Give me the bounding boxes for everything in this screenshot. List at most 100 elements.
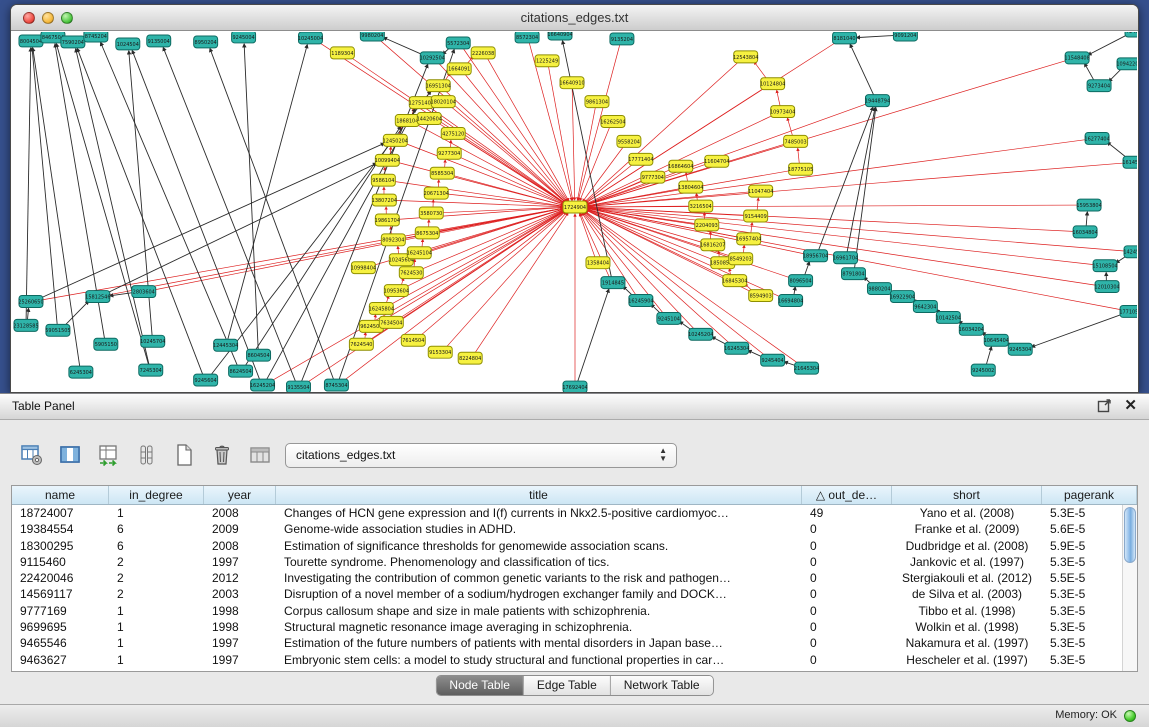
graph-node[interactable]: 8096504 <box>789 275 813 287</box>
graph-node[interactable]: 10292504 <box>420 52 445 64</box>
graph-node[interactable]: 11548408 <box>1064 52 1089 64</box>
graph-node[interactable]: 19448794 <box>865 95 890 107</box>
graph-node[interactable]: 16694804 <box>778 295 803 307</box>
minimize-window-button[interactable] <box>42 12 54 24</box>
graph-node[interactable]: 7245204 <box>1125 32 1137 37</box>
delete-column-button[interactable] <box>208 442 235 469</box>
graph-node[interactable]: 9135504 <box>287 381 311 392</box>
import-table-button[interactable] <box>94 442 121 469</box>
graph-node[interactable]: 17692404 <box>562 381 587 392</box>
graph-node[interactable]: 9135204 <box>610 33 634 45</box>
graph-node[interactable]: 16845304 <box>722 275 747 287</box>
graph-node[interactable]: 7590204 <box>61 36 85 48</box>
zoom-window-button[interactable] <box>61 12 73 24</box>
graph-node[interactable]: 23128585 <box>13 319 38 331</box>
graph-node[interactable]: 9586104 <box>371 174 395 186</box>
graph-node[interactable]: 9245004 <box>232 32 256 43</box>
graph-node[interactable]: 3580730 <box>419 207 443 219</box>
graph-node[interactable]: 2803604 <box>132 286 156 298</box>
graph-node[interactable]: 9558204 <box>617 135 641 147</box>
graph-node[interactable]: 8745204 <box>84 32 108 42</box>
table-row[interactable]: 1938455462009Genome-wide association stu… <box>12 521 1137 537</box>
table-row[interactable]: 1830029562008Estimation of significance … <box>12 538 1137 554</box>
graph-node[interactable]: 8004504 <box>19 35 43 47</box>
graph-node[interactable]: 16277404 <box>1084 132 1109 144</box>
graph-node[interactable]: 7624540 <box>349 338 373 350</box>
table-row[interactable]: 1456911722003Disruption of a novel membe… <box>12 586 1137 602</box>
graph-node[interactable]: 8594903 <box>749 290 773 302</box>
graph-node[interactable]: 8585304 <box>430 167 454 179</box>
table-row[interactable]: 2242004622012Investigating the contribut… <box>12 570 1137 586</box>
graph-node[interactable]: 9154409 <box>744 210 768 222</box>
graph-node[interactable]: 8224804 <box>458 352 482 364</box>
table-row[interactable]: 911546021997Tourette syndrome. Phenomeno… <box>12 554 1137 570</box>
column-header-out_de[interactable]: △ out_de… <box>802 486 892 504</box>
network-graph[interactable]: 1724904800450484675047590204874520410245… <box>12 32 1137 392</box>
graph-node[interactable]: 10245004 <box>298 32 323 44</box>
graph-node[interactable]: 2204093 <box>695 219 719 231</box>
graph-node[interactable]: 16245304 <box>724 342 749 354</box>
table-row[interactable]: 969969511998Structural magnetic resonanc… <box>12 619 1137 635</box>
graph-node[interactable]: 15812546 <box>85 291 110 303</box>
column-header-name[interactable]: name <box>12 486 109 504</box>
graph-node[interactable]: 9245404 <box>761 354 785 366</box>
graph-node[interactable]: 9642304 <box>913 301 937 313</box>
graph-node[interactable]: 6245304 <box>69 366 93 378</box>
graph-node[interactable]: 18775105 <box>788 163 813 175</box>
graph-node[interactable]: 17710502 <box>1119 305 1137 317</box>
graph-node[interactable]: 16245104 <box>407 247 432 259</box>
show-columns-button[interactable] <box>56 442 83 469</box>
graph-node[interactable]: 1914845 <box>601 277 625 289</box>
graph-node[interactable]: 9273404 <box>1087 80 1111 92</box>
graph-node[interactable]: 8572304 <box>515 32 539 43</box>
graph-node[interactable]: 9861304 <box>585 96 609 108</box>
graph-node[interactable]: 1724904 <box>563 201 587 213</box>
column-header-short[interactable]: short <box>892 486 1042 504</box>
graph-node[interactable]: 15108504 <box>1092 260 1117 272</box>
graph-node[interactable]: 16961704 <box>833 252 858 264</box>
graph-node[interactable]: 16262504 <box>600 116 625 128</box>
column-header-year[interactable]: year <box>204 486 276 504</box>
graph-node[interactable]: 16245904 <box>628 295 653 307</box>
graph-node[interactable]: 16957404 <box>736 233 761 245</box>
column-header-pagerank[interactable]: pagerank <box>1042 486 1137 504</box>
delete-table-button[interactable] <box>246 442 273 469</box>
graph-node[interactable]: 9091204 <box>893 32 917 41</box>
graph-node[interactable]: 9245002 <box>971 364 995 376</box>
column-header-title[interactable]: title <box>276 486 802 504</box>
graph-node[interactable]: 9245304 <box>1008 343 1032 355</box>
graph-node[interactable]: 2226038 <box>471 47 495 59</box>
column-chooser-button[interactable] <box>132 442 159 469</box>
graph-node[interactable]: 8624504 <box>229 365 253 377</box>
graph-node[interactable]: 1358404 <box>586 257 610 269</box>
graph-node[interactable]: 11047404 <box>748 185 773 197</box>
graph-node[interactable]: 9245104 <box>657 312 681 324</box>
graph-node[interactable]: 12010304 <box>1094 281 1119 293</box>
graph-node[interactable]: 21645304 <box>794 362 819 374</box>
graph-node[interactable]: 5905150 <box>94 338 118 350</box>
graph-node[interactable]: 8950204 <box>194 36 218 48</box>
graph-node[interactable]: 16816207 <box>700 239 725 251</box>
graph-node[interactable]: 16245204 <box>250 379 275 391</box>
tab-edge-table[interactable]: Edge Table <box>524 676 611 695</box>
graph-node[interactable]: 59051505 <box>45 324 70 336</box>
graph-node[interactable]: 8549203 <box>729 253 753 265</box>
graph-node[interactable]: 7614504 <box>401 334 425 346</box>
graph-node[interactable]: 9980204 <box>360 32 384 41</box>
graph-node[interactable]: 18956704 <box>803 250 828 262</box>
graph-node[interactable]: 7634504 <box>379 316 403 328</box>
graph-node[interactable]: 9153304 <box>428 346 452 358</box>
graph-node[interactable]: 1664091 <box>447 63 471 75</box>
graph-node[interactable]: 7485003 <box>784 135 808 147</box>
graph-node[interactable]: 1024504 <box>116 38 140 50</box>
new-column-button[interactable] <box>170 442 197 469</box>
scrollbar-thumb[interactable] <box>1124 507 1136 563</box>
graph-node[interactable]: 14420604 <box>417 113 442 125</box>
graph-node[interactable]: 8675304 <box>415 227 439 239</box>
graph-node[interactable]: 8791804 <box>842 268 866 280</box>
window-titlebar[interactable]: citations_edges.txt <box>11 5 1138 31</box>
graph-node[interactable]: 16922904 <box>890 291 915 303</box>
graph-node[interactable]: 12445304 <box>213 339 238 351</box>
close-window-button[interactable] <box>23 12 35 24</box>
graph-node[interactable]: 10099404 <box>375 154 400 166</box>
